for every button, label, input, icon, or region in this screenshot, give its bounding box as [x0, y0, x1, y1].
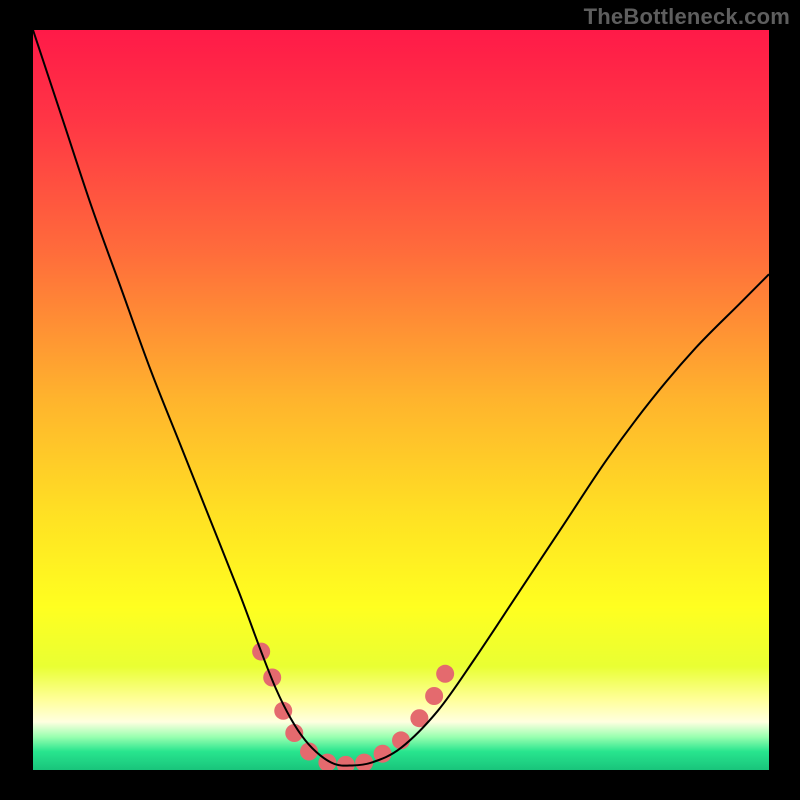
tolerance-marker	[425, 687, 443, 705]
bottleneck-chart	[0, 0, 800, 800]
tolerance-marker	[436, 665, 454, 683]
chart-frame: TheBottleneck.com	[0, 0, 800, 800]
plot-background	[33, 30, 769, 770]
watermark-text: TheBottleneck.com	[584, 4, 790, 30]
